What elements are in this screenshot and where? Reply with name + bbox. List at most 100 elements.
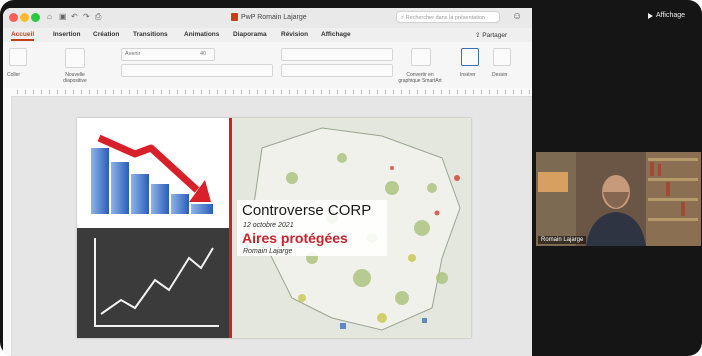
ruler-tick xyxy=(257,90,258,94)
ruler-tick xyxy=(337,90,338,94)
ruler-tick xyxy=(321,90,322,94)
ruler-tick xyxy=(105,90,106,94)
slide-date: 12 octobre 2021 xyxy=(243,222,294,229)
ruler-tick xyxy=(473,90,474,94)
insert-button[interactable] xyxy=(461,48,479,66)
ruler-tick xyxy=(401,90,402,94)
slide-title: Controverse CORP xyxy=(242,202,372,219)
declining-bar-chart-image xyxy=(77,118,229,228)
ruler-tick xyxy=(201,90,202,94)
ruler-tick xyxy=(185,90,186,94)
font-name-select[interactable]: Avenir 40 xyxy=(121,48,215,61)
tab-insertion[interactable]: Insertion xyxy=(53,31,80,38)
ruler-tick xyxy=(153,90,154,94)
ruler-tick xyxy=(41,90,42,94)
ruler-tick xyxy=(145,90,146,94)
ruler-tick xyxy=(249,90,250,94)
ruler-tick xyxy=(57,90,58,94)
draw-label: Dessin xyxy=(492,72,508,78)
paragraph-list-buttons[interactable] xyxy=(281,48,393,61)
home-icon[interactable]: ⌂ xyxy=(47,12,52,21)
camera-feed-image xyxy=(536,152,701,246)
ruler-tick xyxy=(65,90,66,94)
feedback-smiley-icon[interactable]: ☺ xyxy=(512,11,522,22)
new-slide-label: Nouvelle diapositive xyxy=(63,72,87,84)
smartart-convert-label: Convertir en graphique SmartArt xyxy=(398,72,442,84)
ruler-tick xyxy=(169,90,170,94)
insert-label: Insérer xyxy=(460,72,476,78)
tab-affichage[interactable]: Affichage xyxy=(321,31,351,38)
ruler-tick xyxy=(497,90,498,94)
chalkboard-line-chart-image xyxy=(77,228,229,338)
ruler-tick xyxy=(281,90,282,94)
vertical-ruler xyxy=(3,96,12,356)
ruler-tick xyxy=(513,90,514,94)
ruler-tick xyxy=(465,90,466,94)
tab-transitions[interactable]: Transitions xyxy=(133,31,168,38)
ruler-tick xyxy=(353,90,354,94)
tab-accueil[interactable]: Accueil xyxy=(11,31,35,41)
ruler-tick xyxy=(193,90,194,94)
document-title: PwP Romain Lajarge xyxy=(231,13,307,21)
tab-animations[interactable]: Animations xyxy=(184,31,219,38)
ruler-tick xyxy=(369,90,370,94)
share-label: Partager xyxy=(482,32,508,39)
ruler-tick xyxy=(217,90,218,94)
close-window-button[interactable] xyxy=(9,13,18,22)
participant-camera-tile[interactable]: Romain Lajarge xyxy=(536,152,701,246)
new-slide-button[interactable] xyxy=(65,48,85,68)
ruler-tick xyxy=(17,90,18,94)
ruler-tick xyxy=(417,90,418,94)
ruler-tick xyxy=(265,90,266,94)
paste-button[interactable] xyxy=(9,48,27,66)
slide-subtitle: Aires protégées xyxy=(242,230,348,246)
ruler-tick xyxy=(73,90,74,94)
ruler-tick xyxy=(129,90,130,94)
ruler-tick xyxy=(409,90,410,94)
ruler-tick xyxy=(521,90,522,94)
tab-revision[interactable]: Révision xyxy=(281,31,308,38)
font-name-value: Avenir xyxy=(125,51,141,57)
slide[interactable]: Controverse CORP 12 octobre 2021 Aires p… xyxy=(77,118,471,338)
ruler-tick xyxy=(393,90,394,94)
share-button[interactable]: ⇪ Partager xyxy=(475,31,507,39)
ruler-tick xyxy=(209,90,210,94)
horizontal-ruler xyxy=(3,88,532,97)
slide-author: Romain Lajarge xyxy=(243,248,293,255)
view-toggle-button[interactable]: Affichage xyxy=(648,12,685,19)
tab-creation[interactable]: Création xyxy=(93,31,119,38)
search-input[interactable]: ⌕ Rechercher dans la présentation xyxy=(396,11,500,23)
ruler-tick xyxy=(457,90,458,94)
tab-diaporama[interactable]: Diaporama xyxy=(233,31,267,38)
ruler-tick xyxy=(377,90,378,94)
ruler-tick xyxy=(225,90,226,94)
view-toggle-label: Affichage xyxy=(656,12,686,19)
maximize-window-button[interactable] xyxy=(31,13,40,22)
ruler-tick xyxy=(161,90,162,94)
ruler-tick xyxy=(273,90,274,94)
ruler-tick xyxy=(425,90,426,94)
ruler-tick xyxy=(433,90,434,94)
redo-icon[interactable]: ↷ xyxy=(83,12,90,21)
ruler-tick xyxy=(489,90,490,94)
document-title-text: PwP Romain Lajarge xyxy=(241,13,307,21)
paragraph-align-buttons[interactable] xyxy=(281,64,393,77)
ruler-tick xyxy=(505,90,506,94)
ruler-tick xyxy=(529,90,530,94)
ruler-tick xyxy=(329,90,330,94)
ruler-tick xyxy=(113,90,114,94)
draw-button[interactable] xyxy=(493,48,511,66)
font-format-buttons[interactable] xyxy=(121,64,273,77)
ribbon-toolbar: Coller Nouvelle diapositive Avenir 40 Co… xyxy=(3,42,532,89)
minimize-window-button[interactable] xyxy=(20,13,29,22)
ruler-tick xyxy=(297,90,298,94)
ruler-tick xyxy=(345,90,346,94)
ruler-tick xyxy=(137,90,138,94)
search-placeholder: Rechercher dans la présentation xyxy=(405,15,486,21)
smartart-convert-button[interactable] xyxy=(411,48,431,66)
save-icon[interactable]: ▣ xyxy=(59,12,67,21)
undo-icon[interactable]: ↶ xyxy=(71,12,78,21)
print-icon[interactable]: ⎙ xyxy=(95,12,101,22)
font-size-value: 40 xyxy=(200,51,207,57)
ruler-tick xyxy=(49,90,50,94)
